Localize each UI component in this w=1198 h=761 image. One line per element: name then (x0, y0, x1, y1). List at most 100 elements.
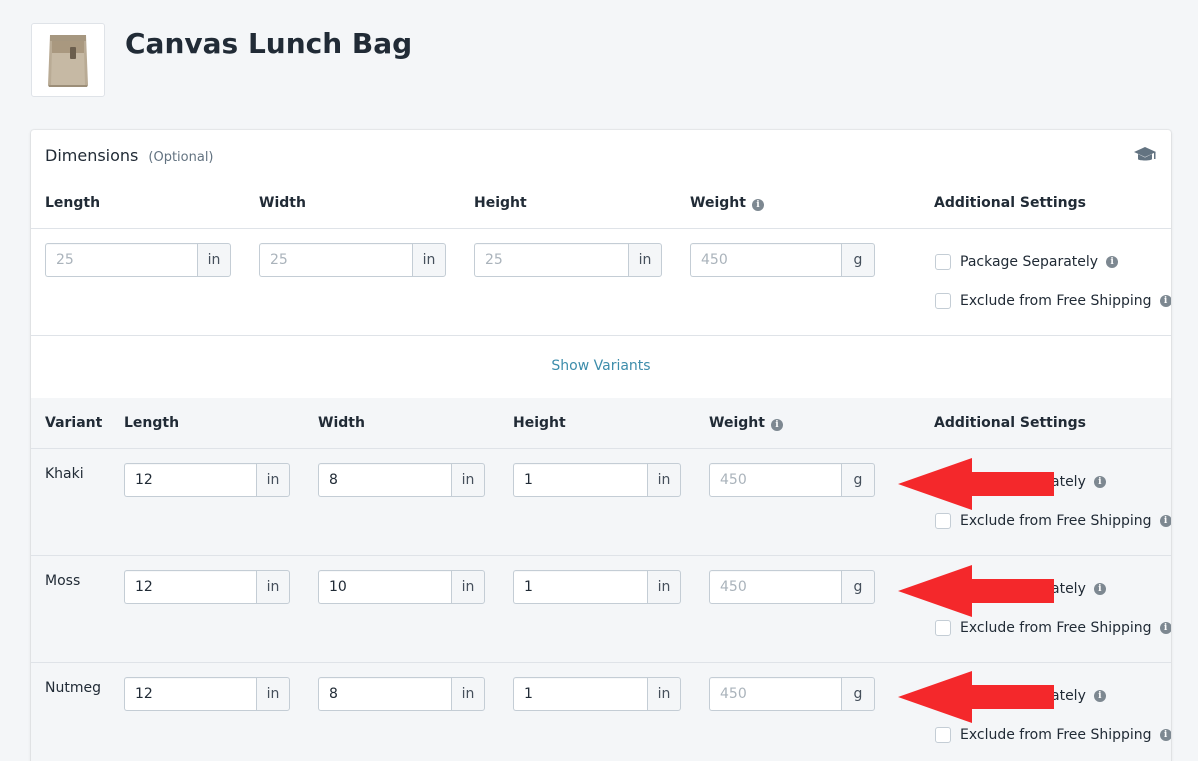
default-length-input[interactable] (45, 243, 197, 277)
info-icon[interactable]: i (1093, 476, 1106, 488)
optional-label: (Optional) (148, 150, 214, 165)
variant-weight-input[interactable] (709, 570, 841, 604)
variant-name: Nutmeg (45, 680, 101, 696)
package-separately-checkbox[interactable] (935, 254, 951, 270)
red-arrow-icon (898, 671, 1054, 723)
variant-length-input[interactable] (124, 463, 256, 497)
exclude-free-shipping-row: Exclude from Free Shipping i (935, 293, 1171, 309)
variant-weight-field: g (709, 463, 875, 497)
unit-label: in (256, 570, 290, 604)
exclude-free-shipping-label: Exclude from Free Shipping (960, 293, 1152, 309)
col-length: Length (45, 195, 101, 211)
col-height: Height (474, 195, 527, 211)
col-weight: Weight i (709, 415, 783, 431)
variant-width-input[interactable] (318, 677, 451, 711)
package-separately-label: ately (1051, 581, 1086, 597)
variant-weight-input[interactable] (709, 677, 841, 711)
default-length-field: in (45, 243, 231, 277)
variant-height-input[interactable] (513, 677, 647, 711)
exclude-free-shipping-checkbox[interactable] (935, 293, 951, 309)
unit-label: in (412, 243, 446, 277)
divider (31, 335, 1171, 336)
show-variants-link-row: Show Variants (31, 358, 1171, 374)
col-additional: Additional Settings (934, 415, 1086, 431)
variant-weight-input[interactable] (709, 463, 841, 497)
unit-label: in (647, 463, 681, 497)
col-weight-label: Weight (690, 195, 746, 211)
variant-height-input[interactable] (513, 463, 647, 497)
unit-label: in (197, 243, 231, 277)
default-weight-input[interactable] (690, 243, 841, 277)
red-arrow-icon (898, 458, 1054, 510)
variant-weight-field: g (709, 677, 875, 711)
info-icon[interactable]: i (1093, 690, 1106, 702)
info-icon[interactable]: i (1159, 515, 1171, 527)
variant-name: Khaki (45, 466, 84, 482)
col-additional: Additional Settings (934, 195, 1086, 211)
col-length: Length (124, 415, 180, 431)
col-height: Height (513, 415, 566, 431)
variant-height-field: in (513, 677, 681, 711)
col-width: Width (318, 415, 365, 431)
variant-width-field: in (318, 570, 485, 604)
product-header: Canvas Lunch Bag (31, 23, 412, 97)
variant-width-field: in (318, 463, 485, 497)
package-separately-label: ately (1051, 474, 1086, 490)
variant-length-field: in (124, 570, 290, 604)
unit-label: in (451, 677, 485, 711)
unit-label: in (256, 677, 290, 711)
default-weight-field: g (690, 243, 875, 277)
info-icon[interactable]: i (1093, 583, 1106, 595)
product-thumbnail[interactable] (31, 23, 105, 97)
default-height-input[interactable] (474, 243, 628, 277)
variant-length-field: in (124, 677, 290, 711)
unit-label: in (451, 570, 485, 604)
package-separately-row: ately i (1051, 688, 1106, 704)
col-variant: Variant (45, 415, 103, 431)
unit-label: g (841, 463, 875, 497)
unit-label: g (841, 570, 875, 604)
page: Canvas Lunch Bag Dimensions (Optional) L… (0, 0, 1198, 761)
package-separately-label: ately (1051, 688, 1086, 704)
variant-width-input[interactable] (318, 463, 451, 497)
unit-label: in (647, 570, 681, 604)
info-icon[interactable]: i (1159, 729, 1171, 741)
variant-height-field: in (513, 570, 681, 604)
divider (31, 228, 1171, 229)
show-variants-link[interactable]: Show Variants (551, 358, 650, 374)
package-separately-row: ately i (1051, 581, 1106, 597)
default-width-input[interactable] (259, 243, 412, 277)
graduation-cap-icon[interactable] (1133, 146, 1157, 164)
package-separately-row: Package Separately i (935, 254, 1119, 270)
col-weight: Weight i (690, 195, 764, 211)
unit-label: in (647, 677, 681, 711)
info-icon[interactable]: i (1106, 256, 1119, 268)
default-height-field: in (474, 243, 662, 277)
info-icon[interactable]: i (751, 199, 764, 211)
variant-height-input[interactable] (513, 570, 647, 604)
card-title: Dimensions (45, 146, 139, 165)
unit-label: g (841, 243, 875, 277)
variant-weight-field: g (709, 570, 875, 604)
unit-label: in (451, 463, 485, 497)
unit-label: in (628, 243, 662, 277)
variant-length-input[interactable] (124, 677, 256, 711)
variant-length-input[interactable] (124, 570, 256, 604)
package-separately-row: ately i (1051, 474, 1106, 490)
info-icon[interactable]: i (770, 419, 783, 431)
info-icon[interactable]: i (1159, 295, 1171, 307)
variant-name: Moss (45, 573, 81, 589)
variant-length-field: in (124, 463, 290, 497)
unit-label: in (256, 463, 290, 497)
unit-label: g (841, 677, 875, 711)
default-width-field: in (259, 243, 446, 277)
variant-height-field: in (513, 463, 681, 497)
lunch-bag-image (48, 35, 88, 87)
card-header: Dimensions (Optional) (45, 146, 214, 165)
product-title: Canvas Lunch Bag (125, 27, 413, 60)
variant-width-input[interactable] (318, 570, 451, 604)
package-separately-label: Package Separately (960, 254, 1099, 270)
info-icon[interactable]: i (1159, 622, 1171, 634)
variant-width-field: in (318, 677, 485, 711)
col-weight-label: Weight (709, 415, 765, 431)
